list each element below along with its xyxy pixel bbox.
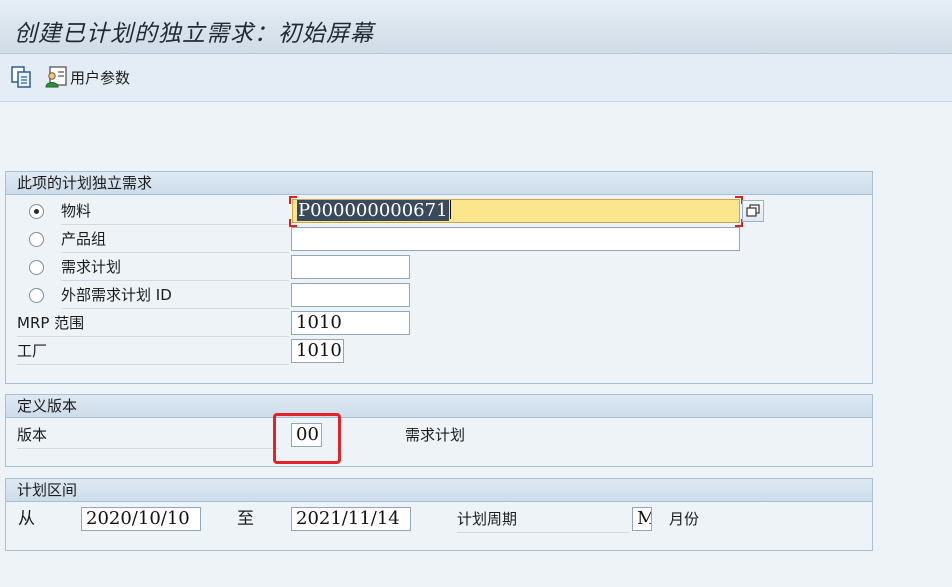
text-cursor bbox=[449, 200, 451, 219]
from-date-input[interactable]: 2020/10/10 bbox=[81, 507, 201, 531]
mrp-area-row: MRP 范围 1010 bbox=[6, 310, 872, 337]
material-label: 物料 bbox=[61, 198, 289, 225]
plant-row: 工厂 1010 bbox=[6, 338, 872, 365]
planning-period-input[interactable]: M bbox=[632, 507, 652, 531]
material-row: 物料 P000000000671 bbox=[6, 196, 872, 227]
requirement-plan-row: 需求计划 bbox=[6, 254, 872, 281]
planning-period-group-title: 计划区间 bbox=[6, 479, 872, 502]
material-radio[interactable] bbox=[29, 204, 44, 219]
product-group-row: 产品组 bbox=[6, 226, 872, 253]
version-description: 需求计划 bbox=[405, 426, 466, 444]
version-label: 版本 bbox=[17, 422, 279, 449]
requirement-plan-input[interactable] bbox=[291, 255, 410, 279]
user-settings-icon bbox=[44, 65, 68, 89]
focus-corner bbox=[289, 196, 297, 204]
requirement-plan-label: 需求计划 bbox=[61, 254, 289, 281]
plant-input[interactable]: 1010 bbox=[291, 339, 344, 363]
plant-label: 工厂 bbox=[17, 338, 289, 365]
product-group-input[interactable] bbox=[291, 227, 740, 251]
user-parameters-label: 用户参数 bbox=[70, 68, 131, 87]
page-title: 创建已计划的独立需求：初始屏幕 bbox=[14, 21, 374, 47]
version-group: 定义版本 版本 00 需求计划 bbox=[5, 394, 873, 467]
external-plan-id-radio[interactable] bbox=[29, 288, 44, 303]
application-toolbar: 用户参数 bbox=[0, 54, 952, 102]
title-bar: 创建已计划的独立需求：初始屏幕 bbox=[0, 0, 952, 54]
value-help-button[interactable] bbox=[742, 200, 764, 222]
to-date-input[interactable]: 2021/11/14 bbox=[291, 507, 411, 531]
requirements-group: 此项的计划独立需求 物料 P000000000671 产品组 需求计划 外部需求… bbox=[5, 171, 873, 384]
copy-button[interactable] bbox=[10, 65, 34, 89]
planning-period-description: 月份 bbox=[669, 510, 700, 528]
external-plan-id-label: 外部需求计划 ID bbox=[61, 282, 289, 309]
product-group-radio[interactable] bbox=[29, 232, 44, 247]
mrp-area-input[interactable]: 1010 bbox=[291, 311, 410, 335]
planning-period-label: 计划周期 bbox=[457, 506, 629, 533]
requirements-group-title: 此项的计划独立需求 bbox=[6, 172, 872, 195]
material-input-value: P000000000671 bbox=[297, 200, 449, 221]
copy-document-icon bbox=[10, 65, 34, 89]
from-label: 从 bbox=[18, 509, 35, 529]
material-input[interactable]: P000000000671 bbox=[292, 199, 740, 223]
external-plan-id-row: 外部需求计划 ID bbox=[6, 282, 872, 309]
user-parameters-button[interactable]: 用户参数 bbox=[44, 65, 130, 89]
value-help-icon bbox=[746, 204, 760, 217]
to-label: 至 bbox=[237, 509, 254, 529]
external-plan-id-input[interactable] bbox=[291, 283, 410, 307]
version-row: 版本 00 需求计划 bbox=[6, 422, 872, 449]
version-group-title: 定义版本 bbox=[6, 395, 872, 418]
planning-period-row: 从 2020/10/10 至 2021/11/14 计划周期 M 月份 bbox=[6, 506, 872, 533]
mrp-area-label: MRP 范围 bbox=[17, 310, 289, 337]
product-group-label: 产品组 bbox=[61, 226, 289, 253]
highlight-box bbox=[273, 413, 341, 464]
requirement-plan-radio[interactable] bbox=[29, 260, 44, 275]
planning-period-group: 计划区间 从 2020/10/10 至 2021/11/14 计划周期 M 月份 bbox=[5, 478, 873, 551]
